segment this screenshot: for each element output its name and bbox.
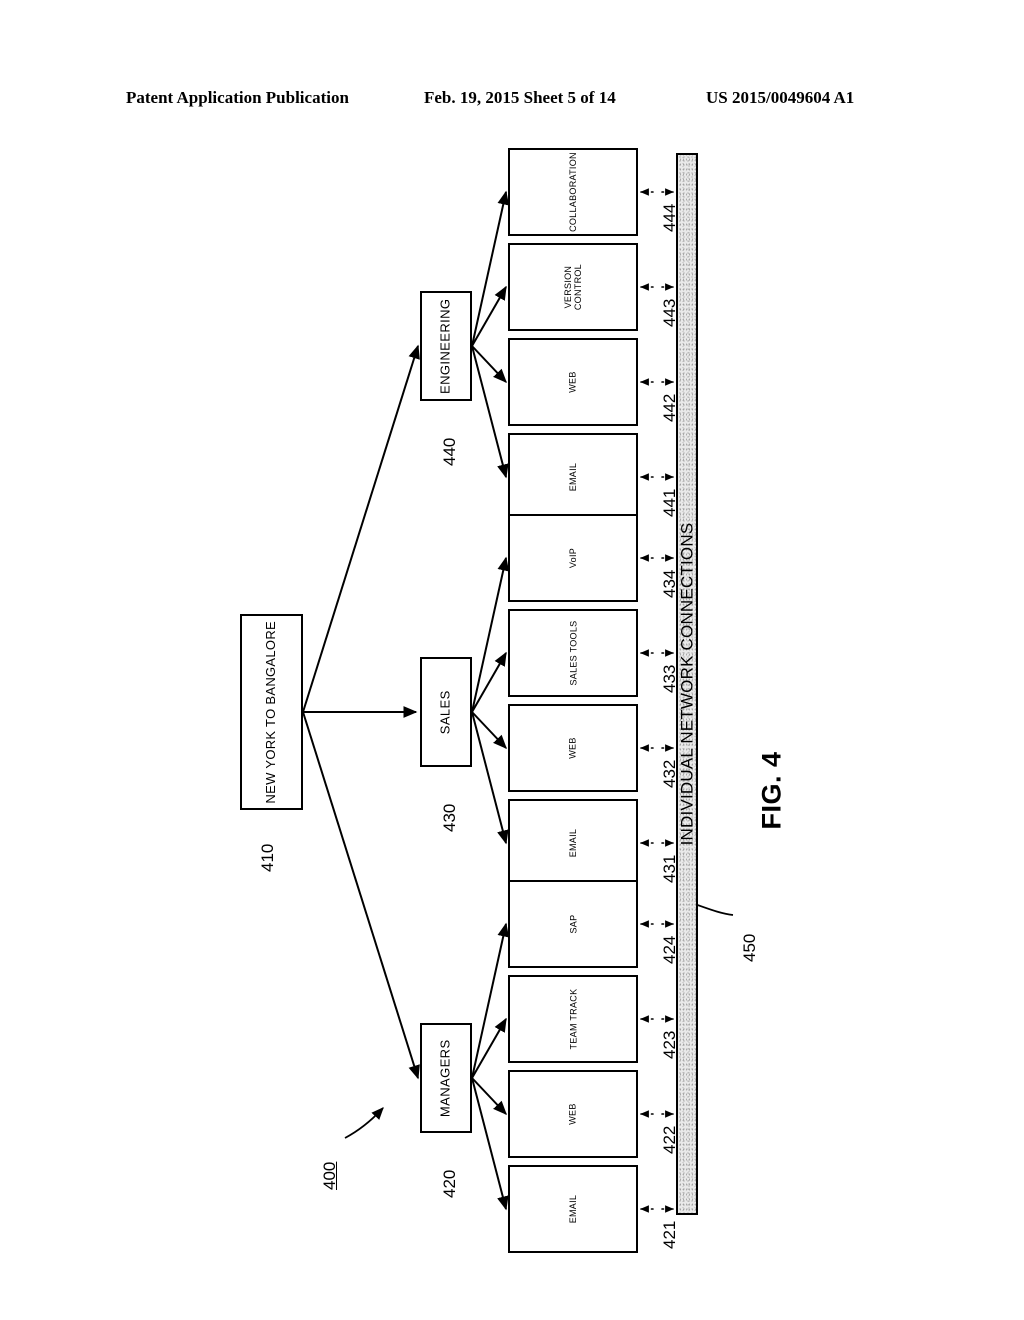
header-patent-number: US 2015/0049604 A1 [706,88,855,107]
ref-numeral-420: 420 [440,1169,459,1198]
managers-fanout-arrows [471,922,510,1211]
figure-caption-wrap: FIG. 4 [742,730,802,850]
app-box-team-track: TEAM TRACK [508,975,638,1063]
ref-numeral-421: 421 [660,1220,679,1249]
ref-numeral-433: 433 [660,664,679,693]
ref-numeral-432: 432 [660,759,679,788]
app-box-sales-tools: SALES TOOLS [508,609,638,697]
app-box-label: WEB [567,371,578,393]
sales-fanout-arrows [471,556,510,845]
app-box-collaboration: COLLABORATION [508,148,638,236]
group-box-engineering: ENGINEERING [420,291,472,401]
ref-numeral-424: 424 [660,935,679,964]
ref-numeral-434: 434 [660,569,679,598]
app-box-label: EMAIL [567,462,578,492]
network-bar-label: INDIVIDUAL NETWORK CONNECTIONS [677,522,697,846]
ref-numeral-450: 450 [740,933,759,962]
ref-numeral-444: 444 [660,203,679,232]
app-box-voip: VoIP [508,514,638,602]
app-box-sales-email: EMAIL [508,799,638,887]
ref-numeral-410: 410 [258,843,277,872]
app-box-label: COLLABORATION [567,152,578,232]
app-box-sap: SAP [508,880,638,968]
group-box-label: SALES [437,690,453,734]
app-box-label: SALES TOOLS [567,620,578,686]
app-box-label: VoIP [567,547,578,569]
group-box-sales: SALES [420,657,472,767]
figure-caption: FIG. 4 [756,750,787,830]
source-box-new-york-to-bangalore: NEW YORK TO BANGALORE [240,614,303,810]
lead-line-400 [344,1107,384,1139]
page-header: Patent Application Publication Feb. 19, … [0,88,1024,114]
app-box-version-control: VERSION CONTROL [508,243,638,331]
ref-numeral-440: 440 [440,437,459,466]
app-box-sales-web: WEB [508,704,638,792]
app-box-managers-email: EMAIL [508,1165,638,1253]
app-box-engineering-email: EMAIL [508,433,638,521]
app-box-label: EMAIL [567,1194,578,1224]
ref-numeral-422: 422 [660,1125,679,1154]
ref-numeral-441: 441 [660,488,679,517]
group-box-label: ENGINEERING [437,298,453,394]
app-box-managers-web: WEB [508,1070,638,1158]
figure-canvas: INDIVIDUAL NETWORK CONNECTIONS NEW YORK … [0,130,1024,1290]
app-box-label: WEB [567,737,578,759]
app-box-label: EMAIL [567,828,578,858]
app-box-label: SAP [567,914,578,934]
ref-numeral-423: 423 [660,1030,679,1059]
ref-numeral-431: 431 [660,854,679,883]
app-box-label: WEB [567,1103,578,1125]
app-box-label: VERSION CONTROL [562,263,583,311]
source-to-group-arrows [302,344,420,1080]
ref-numeral-442: 442 [660,393,679,422]
engineering-fanout-arrows [471,190,510,479]
header-date-sheet: Feb. 19, 2015 Sheet 5 of 14 [424,88,616,107]
ref-numeral-430: 430 [440,803,459,832]
ref-numeral-443: 443 [660,298,679,327]
header-publication-title: Patent Application Publication [126,88,349,107]
source-box-label: NEW YORK TO BANGALORE [263,620,279,804]
ref-numeral-400: 400 [320,1161,339,1190]
app-box-engineering-web: WEB [508,338,638,426]
app-box-label: TEAM TRACK [567,988,578,1050]
group-box-label: MANAGERS [437,1039,453,1117]
group-box-managers: MANAGERS [420,1023,472,1133]
